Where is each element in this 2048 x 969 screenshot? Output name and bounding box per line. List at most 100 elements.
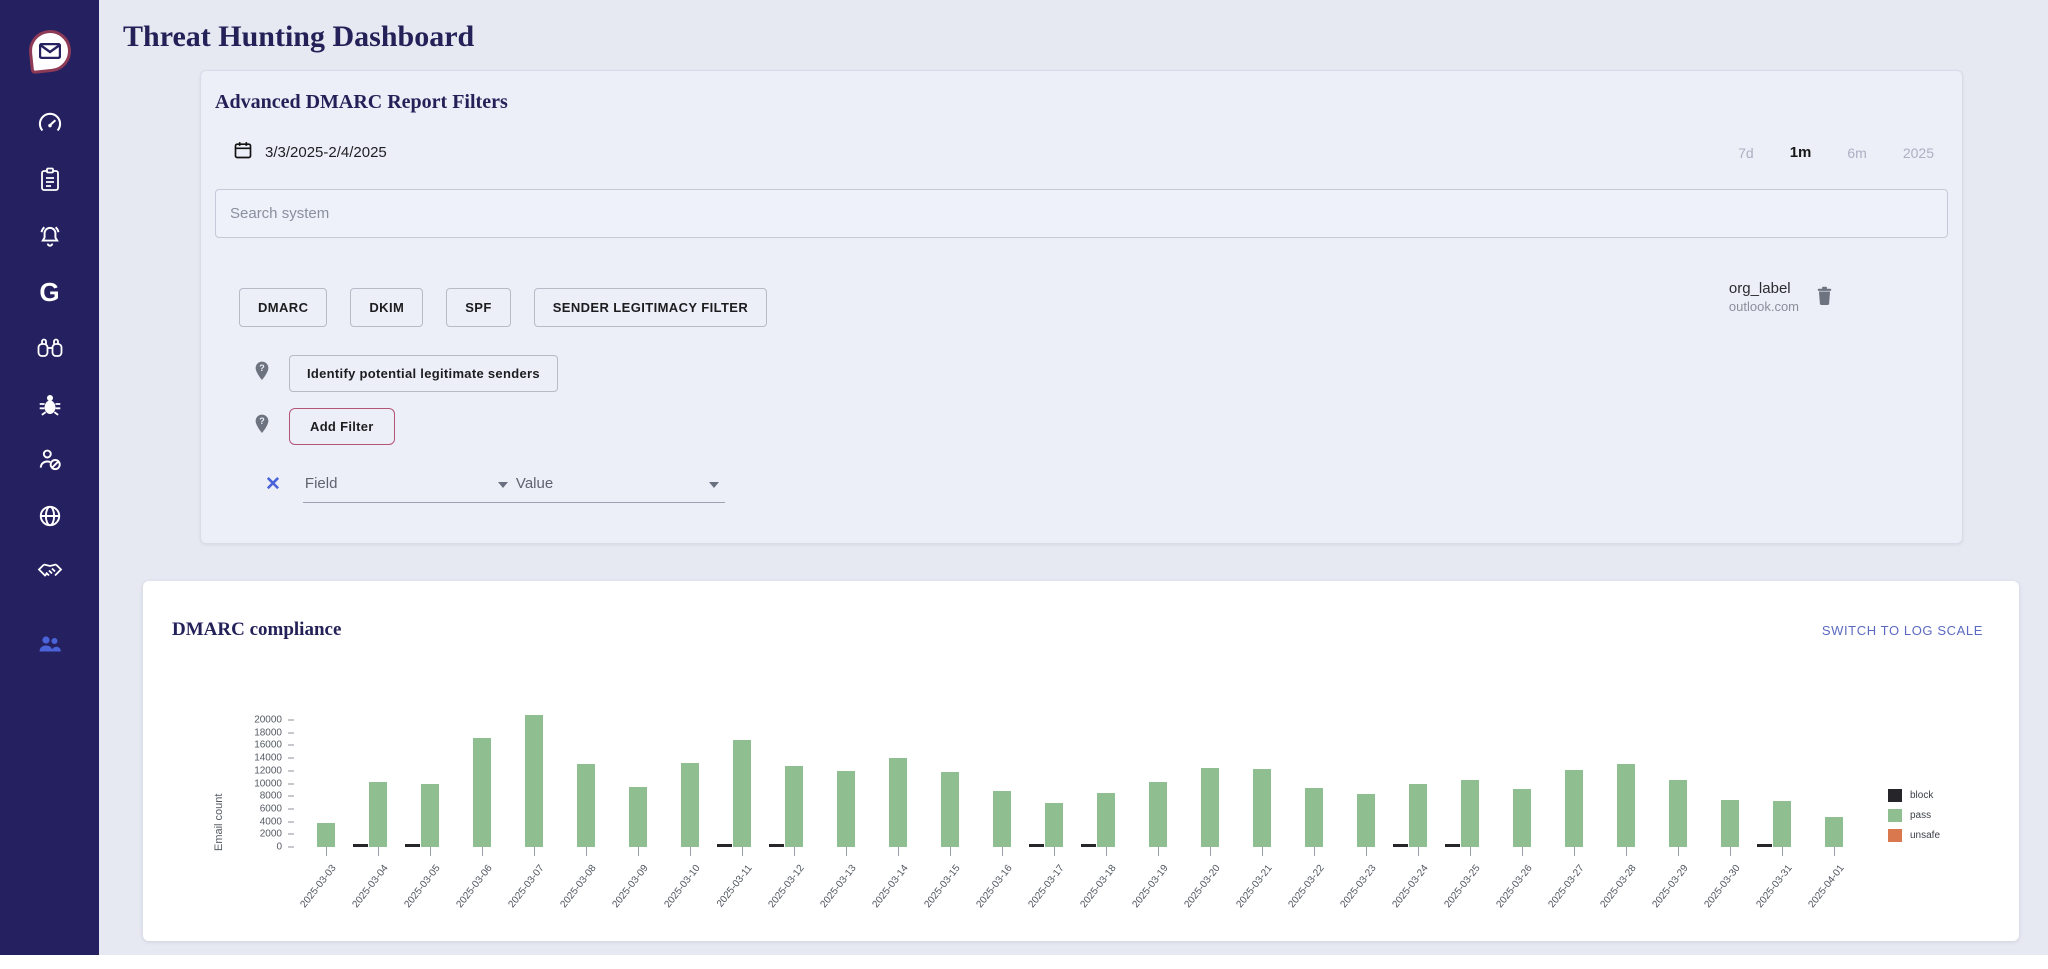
bar-chart: Email count 0200040006000800010000120001…	[143, 641, 2019, 931]
add-filter-button[interactable]: Add Filter	[289, 408, 395, 445]
bar-pass[interactable]	[889, 758, 907, 847]
sidebar-item-domains[interactable]	[0, 488, 99, 544]
bar-block[interactable]	[405, 844, 420, 847]
chips-row: DMARCDKIMSPFSENDER LEGITIMACY FILTER org…	[215, 288, 1948, 327]
bar-pass[interactable]	[1825, 817, 1843, 847]
bar-pass[interactable]	[1201, 768, 1219, 847]
x-tick-label: 2025-03-14	[871, 863, 911, 910]
logo-mail-pin-icon	[26, 28, 72, 74]
bar-pass[interactable]	[473, 738, 491, 847]
x-tick-mark	[1210, 847, 1211, 856]
bar-group-2025-03-09: 2025-03-09	[612, 641, 664, 847]
sidebar-item-threats[interactable]	[0, 376, 99, 432]
x-tick-label: 2025-03-15	[923, 863, 963, 910]
bar-pass[interactable]	[941, 772, 959, 847]
bar-block[interactable]	[1393, 844, 1408, 847]
bar-pass[interactable]	[369, 782, 387, 847]
x-tick-label: 2025-03-05	[403, 863, 443, 910]
range-button-2025[interactable]: 2025	[1903, 145, 1934, 161]
sidebar-item-logo[interactable]	[0, 20, 99, 82]
sidebar-item-users[interactable]	[0, 616, 99, 672]
range-button-7d[interactable]: 7d	[1738, 145, 1754, 161]
x-close-icon[interactable]: ✕	[265, 475, 281, 494]
bar-pass[interactable]	[1253, 769, 1271, 847]
chip-dkim[interactable]: DKIM	[350, 288, 423, 327]
bar-block[interactable]	[717, 844, 732, 847]
sidebar-item-dashboard[interactable]	[0, 96, 99, 152]
bar-group-2025-03-25: 2025-03-25	[1444, 641, 1496, 847]
bar-pass[interactable]	[317, 823, 335, 847]
y-tick-label: 6000	[260, 803, 282, 814]
sidebar-item-hunting[interactable]	[0, 320, 99, 376]
bar-pass[interactable]	[1565, 770, 1583, 847]
sidebar-item-partners[interactable]	[0, 544, 99, 600]
y-tick-mark	[288, 821, 294, 822]
switch-log-scale-button[interactable]: SWITCH TO LOG SCALE	[1822, 623, 1983, 638]
bar-pass[interactable]	[629, 787, 647, 847]
x-tick-label: 2025-03-25	[1443, 863, 1483, 910]
bar-group-2025-03-17: 2025-03-17	[1028, 641, 1080, 847]
x-tick-mark	[1418, 847, 1419, 856]
x-tick-mark	[1262, 847, 1263, 856]
date-range-picker[interactable]: 3/3/2025-2/4/2025	[233, 140, 387, 165]
x-tick-mark	[1834, 847, 1835, 856]
bar-pass[interactable]	[1669, 780, 1687, 847]
delete-org-filter-button[interactable]	[1815, 285, 1834, 309]
chevron-down-icon	[498, 482, 508, 488]
bar-pass[interactable]	[733, 740, 751, 847]
sidebar-item-blocked-users[interactable]	[0, 432, 99, 488]
y-tick-label: 0	[276, 842, 282, 853]
chip-spf[interactable]: SPF	[446, 288, 510, 327]
bar-pass[interactable]	[1461, 780, 1479, 847]
sidebar-item-alerts[interactable]	[0, 208, 99, 264]
value-select[interactable]: Value	[514, 469, 725, 503]
bar-pass[interactable]	[1357, 794, 1375, 847]
x-tick-mark	[1574, 847, 1575, 856]
bar-block[interactable]	[1757, 844, 1772, 847]
bar-block[interactable]	[1445, 844, 1460, 847]
bar-group-2025-03-15: 2025-03-15	[924, 641, 976, 847]
x-tick-label: 2025-04-01	[1807, 863, 1847, 910]
bar-block[interactable]	[1081, 844, 1096, 847]
bar-pass[interactable]	[837, 771, 855, 847]
bar-pass[interactable]	[1721, 800, 1739, 847]
bar-block[interactable]	[1029, 844, 1044, 847]
x-tick-label: 2025-03-24	[1391, 863, 1431, 910]
bar-group-2025-03-27: 2025-03-27	[1548, 641, 1600, 847]
chart-title: DMARC compliance	[172, 619, 341, 641]
calendar-icon	[233, 140, 253, 165]
bar-pass[interactable]	[1617, 764, 1635, 847]
bar-pass[interactable]	[1097, 793, 1115, 847]
legend-item-block: block	[1888, 789, 1940, 802]
bar-pass[interactable]	[1149, 782, 1167, 847]
range-button-1m[interactable]: 1m	[1790, 144, 1812, 161]
bar-block[interactable]	[769, 844, 784, 847]
bar-pass[interactable]	[785, 766, 803, 847]
bar-pass[interactable]	[681, 763, 699, 847]
bar-pass[interactable]	[1305, 788, 1323, 847]
bar-pass[interactable]	[1409, 784, 1427, 848]
main-content: Threat Hunting Dashboard Advanced DMARC …	[99, 0, 2048, 955]
field-select[interactable]: Field	[303, 469, 514, 503]
identify-senders-button[interactable]: Identify potential legitimate senders	[289, 355, 558, 392]
bar-pass[interactable]	[525, 715, 543, 847]
sidebar-item-google[interactable]: G	[0, 264, 99, 320]
bar-pass[interactable]	[421, 784, 439, 848]
bar-pass[interactable]	[993, 791, 1011, 847]
bar-pass[interactable]	[577, 764, 595, 847]
x-tick-label: 2025-03-06	[455, 863, 495, 910]
bar-pass[interactable]	[1513, 789, 1531, 847]
bar-pass[interactable]	[1045, 803, 1063, 847]
chip-sender-legitimacy-filter[interactable]: SENDER LEGITIMACY FILTER	[534, 288, 767, 327]
bar-group-2025-03-26: 2025-03-26	[1496, 641, 1548, 847]
value-select-label: Value	[516, 475, 553, 492]
y-tick-mark	[288, 847, 294, 848]
bar-block[interactable]	[353, 844, 368, 847]
search-input[interactable]	[215, 189, 1948, 238]
sidebar-item-reports[interactable]	[0, 152, 99, 208]
bar-group-2025-03-29: 2025-03-29	[1652, 641, 1704, 847]
bar-pass[interactable]	[1773, 801, 1791, 847]
range-button-6m[interactable]: 6m	[1847, 145, 1866, 161]
y-tick-label: 18000	[254, 727, 282, 738]
chip-dmarc[interactable]: DMARC	[239, 288, 327, 327]
